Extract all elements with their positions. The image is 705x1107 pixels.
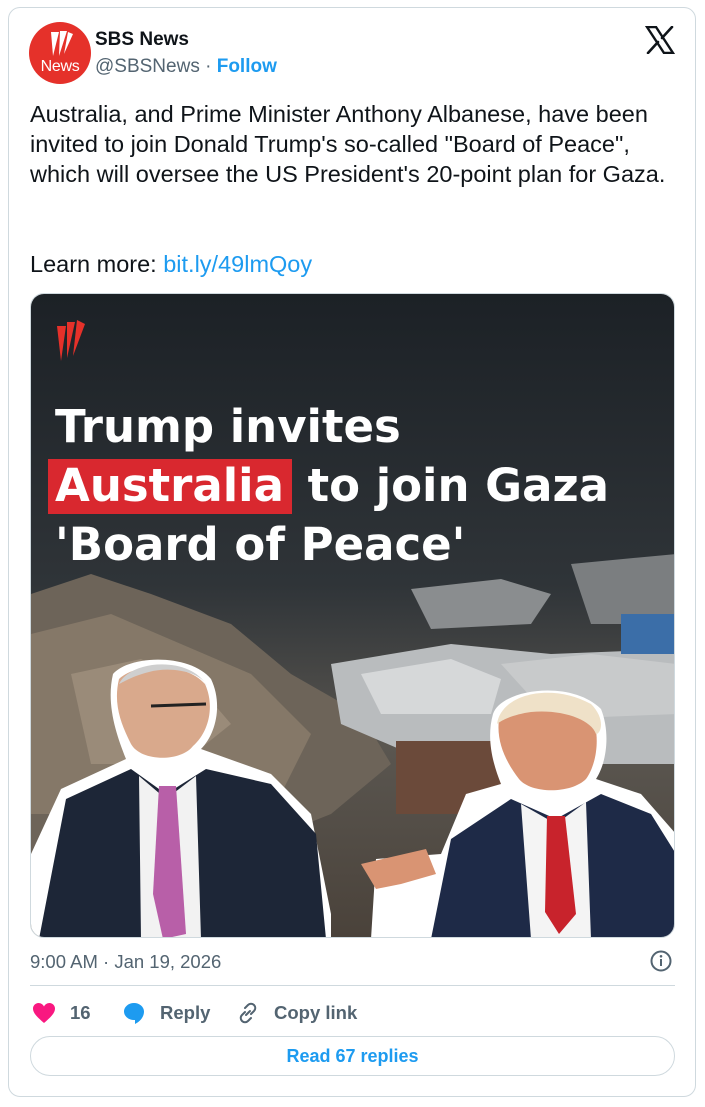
follow-button[interactable]: Follow <box>217 56 277 77</box>
headline-highlight: Australia <box>48 459 292 514</box>
article-link[interactable]: bit.ly/49lmQoy <box>163 251 312 277</box>
handle-row: @SBSNews · Follow <box>95 56 277 78</box>
copy-link-button[interactable]: Copy link <box>236 998 357 1028</box>
learn-more: Learn more: bit.ly/49lmQoy <box>30 249 312 279</box>
separator-dot: · <box>205 56 212 77</box>
heart-icon <box>33 1003 55 1023</box>
copy-link-label: Copy link <box>274 1002 358 1023</box>
like-button[interactable]: 16 <box>32 998 91 1028</box>
account-avatar[interactable]: News <box>29 22 91 84</box>
headline-line-1: Trump invites <box>55 400 401 453</box>
reply-bubble-icon <box>124 1003 144 1024</box>
x-logo-icon[interactable] <box>645 26 675 54</box>
tweet-text: Australia, and Prime Minister Anthony Al… <box>30 101 666 187</box>
info-icon[interactable] <box>649 949 673 973</box>
reply-label: Reply <box>160 1002 211 1023</box>
tweet-image[interactable]: Trump invites Australia to join Gaza 'Bo… <box>30 293 675 938</box>
read-replies-button[interactable]: Read 67 replies <box>30 1036 675 1076</box>
reply-button[interactable]: Reply <box>122 998 210 1028</box>
headline-line-3: 'Board of Peace' <box>55 518 466 571</box>
tweet-timestamp[interactable]: 9:00 AM · Jan 19, 2026 <box>30 951 221 973</box>
headline-line-2: Australia to join Gaza <box>48 459 610 514</box>
rubble-background <box>31 294 674 937</box>
action-bar: 16 Reply Copy link <box>30 998 675 1028</box>
headline-line-2-rest: to join Gaza <box>291 459 610 512</box>
like-count: 16 <box>70 1002 91 1023</box>
account-name[interactable]: SBS News <box>95 29 189 51</box>
learn-more-prefix: Learn more: <box>30 251 164 277</box>
account-handle[interactable]: @SBSNews <box>95 56 200 77</box>
avatar-label: News <box>40 58 80 75</box>
divider <box>30 985 675 986</box>
link-icon <box>239 1002 257 1024</box>
tweet-card: News SBS News @SBSNews · Follow Australi… <box>8 7 696 1097</box>
sbs-logo-icon <box>57 320 85 361</box>
